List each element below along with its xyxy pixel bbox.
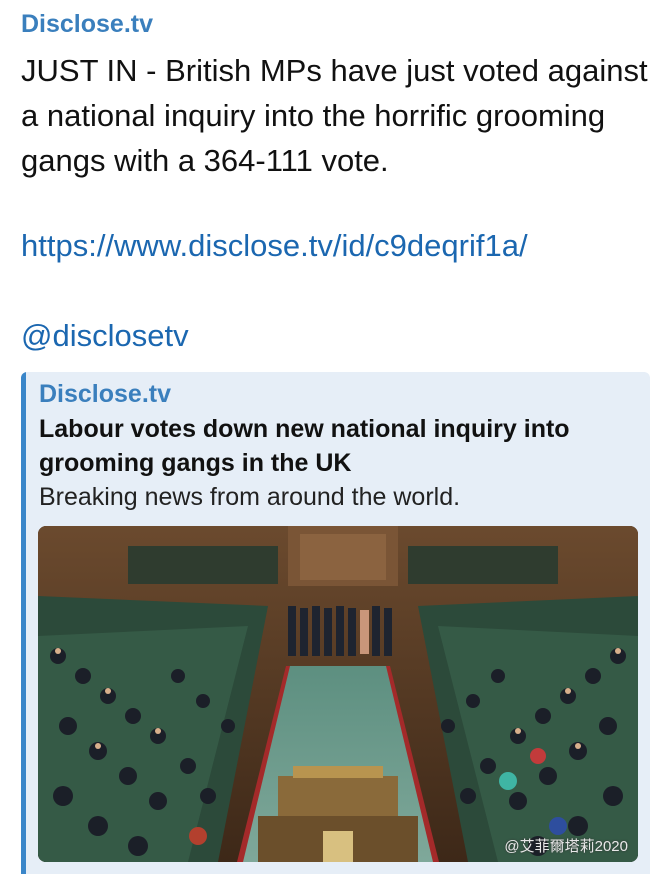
message-mention[interactable]: @disclosetv [21, 318, 189, 354]
message-link[interactable]: https://www.disclose.tv/id/c9deqrif1a/ [21, 228, 528, 264]
message-sender[interactable]: Disclose.tv [21, 10, 153, 39]
preview-site-name: Disclose.tv [39, 380, 172, 408]
preview-title: Labour votes down new national inquiry i… [39, 415, 570, 477]
preview-photo[interactable]: @艾菲爾塔莉2020 [38, 526, 638, 862]
link-preview[interactable]: Disclose.tv Labour votes down new nation… [21, 372, 650, 874]
preview-description: Breaking news from around the world. [39, 483, 461, 511]
house-of-commons-chamber-photo [38, 526, 638, 862]
watermark: @艾菲爾塔莉2020 [504, 838, 628, 855]
preview-accent-bar [21, 372, 26, 874]
message-text: JUST IN - British MPs have just voted ag… [21, 53, 648, 178]
